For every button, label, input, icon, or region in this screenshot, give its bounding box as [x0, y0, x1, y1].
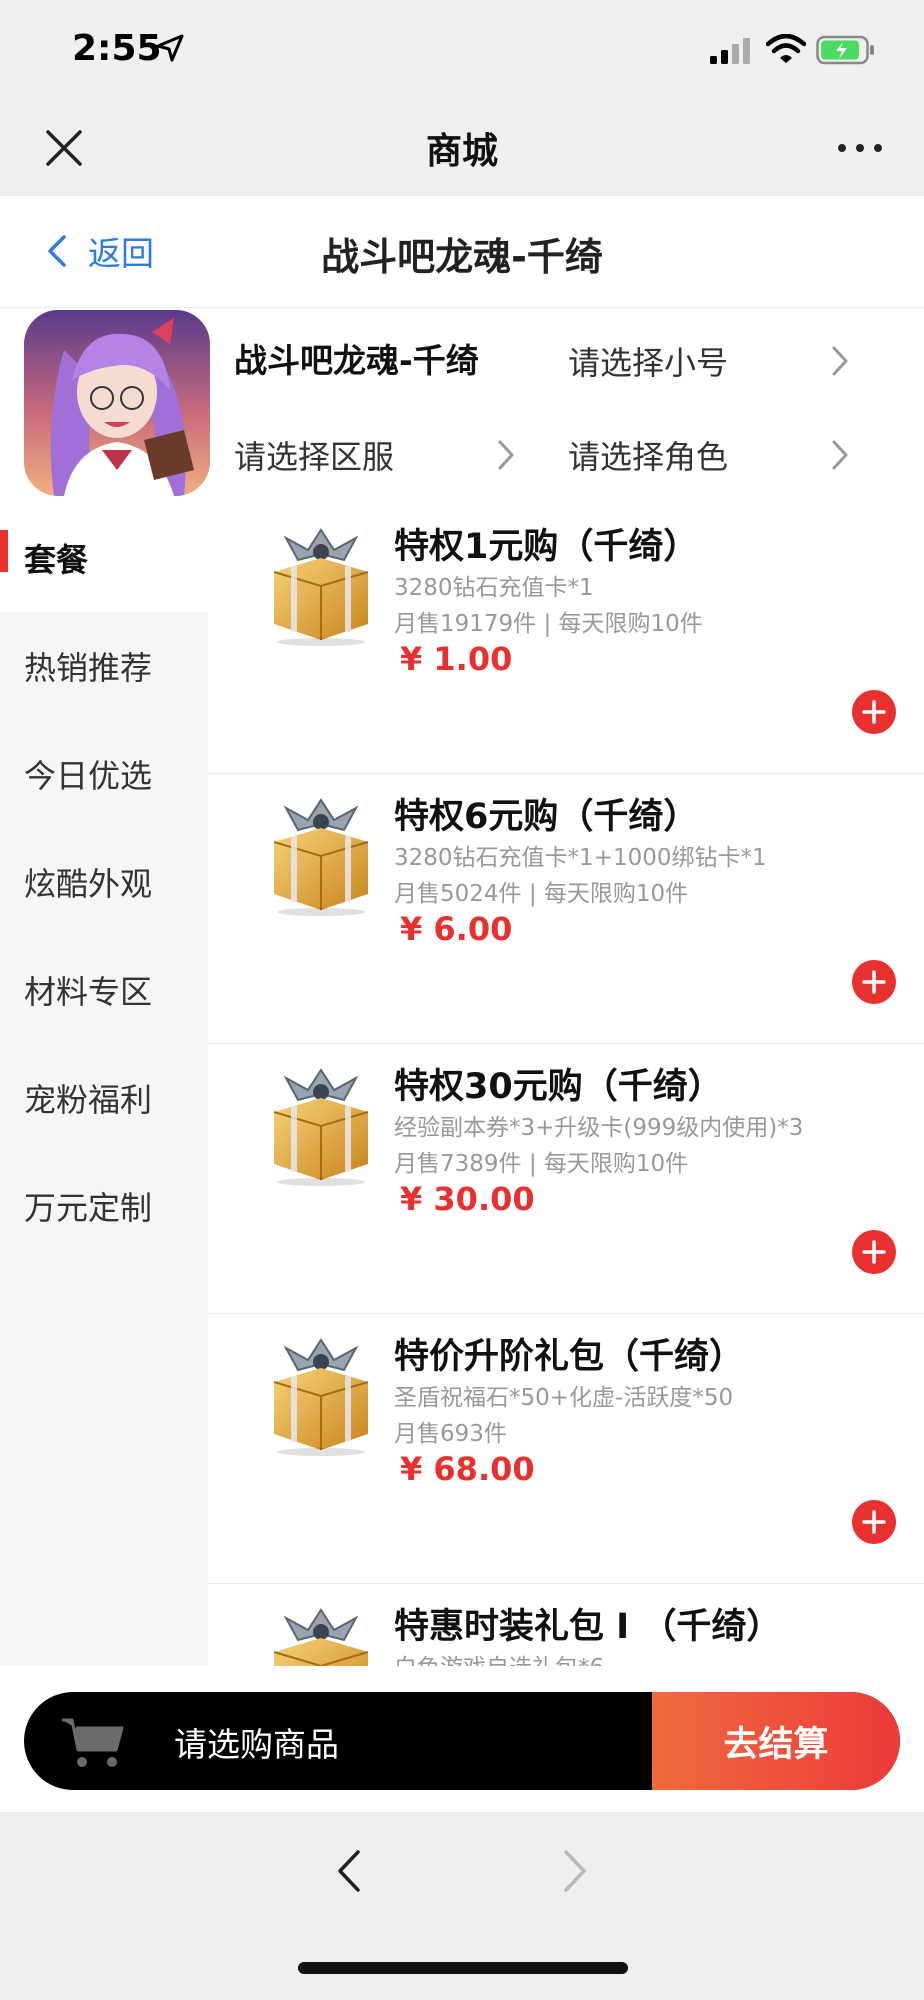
- add-to-cart-button[interactable]: [852, 1230, 896, 1274]
- sidebar-item-fan-benefits[interactable]: 宠粉福利: [0, 1044, 208, 1152]
- product-desc: 圣盾祝福石*50+化虚-活跃度*50: [394, 1385, 734, 1411]
- chevron-left-icon[interactable]: [334, 1848, 364, 1894]
- account-picker[interactable]: 请选择小号: [568, 336, 858, 386]
- chevron-right-icon[interactable]: [560, 1848, 590, 1894]
- plus-icon: [862, 970, 886, 994]
- product-item[interactable]: 特价升阶礼包（千绮） 圣盾祝福石*50+化虚-活跃度*50 月售693件 ¥ 6…: [208, 1314, 924, 1584]
- role-picker-label: 请选择角色: [568, 438, 729, 476]
- add-to-cart-button[interactable]: [852, 690, 896, 734]
- gift-box-icon: [273, 1608, 369, 1666]
- product-sales: 月售19179件 | 每天限购10件: [394, 611, 703, 637]
- more-icon[interactable]: [836, 136, 884, 160]
- chevron-right-icon: [832, 346, 848, 376]
- nav-title: 商城: [425, 131, 498, 172]
- product-title: 特惠时装礼包 I （千绮）: [394, 1607, 782, 1647]
- product-sales: 月售5024件 | 每天限购10件: [394, 881, 689, 907]
- status-time: 2:55: [72, 28, 162, 69]
- plus-icon: [862, 1240, 886, 1264]
- product-price: ¥ 68.00: [400, 1450, 535, 1488]
- gift-box-icon: [273, 798, 369, 916]
- game-info: 战斗吧龙魂-千绮 请选择小号 请选择区服 请选择角色: [0, 308, 924, 504]
- account-picker-label: 请选择小号: [568, 344, 729, 382]
- product-item[interactable]: 特权30元购（千绮） 经验副本券*3+升级卡(999级内使用)*3 月售7389…: [208, 1044, 924, 1314]
- product-desc: 经验副本券*3+升级卡(999级内使用)*3: [394, 1115, 804, 1141]
- product-sales: 月售693件: [394, 1421, 507, 1447]
- gift-box-icon: [273, 528, 369, 646]
- product-item[interactable]: 特权6元购（千绮） 3280钻石充值卡*1+1000绑钻卡*1 月售5024件 …: [208, 774, 924, 1044]
- sidebar-item-materials[interactable]: 材料专区: [0, 936, 208, 1044]
- page-header: 返回 战斗吧龙魂-千绮: [0, 196, 924, 308]
- product-title: 特权1元购（千绮）: [394, 527, 699, 567]
- server-picker[interactable]: 请选择区服: [234, 430, 524, 480]
- checkout-button[interactable]: 去结算: [652, 1692, 900, 1790]
- product-price: ¥ 30.00: [400, 1180, 535, 1218]
- cart-bar: 请选购商品 去结算: [24, 1692, 900, 1790]
- chevron-right-icon: [832, 440, 848, 470]
- product-desc: 3280钻石充值卡*1: [394, 575, 594, 601]
- category-sidebar: 套餐 热销推荐 今日优选 炫酷外观 材料专区 宠粉福利 万元定制: [0, 504, 208, 1666]
- product-sales: 月售7389件 | 每天限购10件: [394, 1151, 689, 1177]
- battery-icon: [816, 35, 874, 65]
- game-avatar: [24, 310, 210, 496]
- sidebar-item-appearance[interactable]: 炫酷外观: [0, 828, 208, 936]
- cart-hint: 请选购商品: [174, 1725, 339, 1764]
- product-desc: 3280钻石充值卡*1+1000绑钻卡*1: [394, 845, 767, 871]
- server-picker-label: 请选择区服: [234, 438, 395, 476]
- chevron-right-icon: [498, 440, 514, 470]
- status-bar: 2:55: [0, 0, 924, 100]
- product-desc: 白色游戏自选礼包*6: [394, 1648, 604, 1666]
- role-picker[interactable]: 请选择角色: [568, 430, 858, 480]
- product-list: 特权1元购（千绮） 3280钻石充值卡*1 月售19179件 | 每天限购10件…: [208, 504, 924, 1666]
- plus-icon: [862, 1510, 886, 1534]
- product-title: 特权30元购（千绮）: [394, 1067, 723, 1107]
- page-title: 战斗吧龙魂-千绮: [321, 235, 603, 279]
- product-price: ¥ 1.00: [400, 640, 513, 678]
- wifi-icon: [766, 34, 806, 63]
- product-item[interactable]: 特惠时装礼包 I （千绮） 白色游戏自选礼包*6: [208, 1584, 924, 1666]
- sidebar-item-package[interactable]: 套餐: [0, 504, 208, 612]
- gift-box-icon: [273, 1068, 369, 1186]
- gift-box-icon: [273, 1338, 369, 1456]
- home-indicator: [298, 1962, 628, 1974]
- sidebar-item-today[interactable]: 今日优选: [0, 720, 208, 828]
- cart-icon[interactable]: [60, 1716, 126, 1770]
- sidebar-item-custom[interactable]: 万元定制: [0, 1152, 208, 1260]
- product-item[interactable]: 特权1元购（千绮） 3280钻石充值卡*1 月售19179件 | 每天限购10件…: [208, 504, 924, 774]
- plus-icon: [862, 700, 886, 724]
- browser-toolbar: [0, 1812, 924, 2000]
- product-title: 特权6元购（千绮）: [394, 797, 699, 837]
- nav-bar: 商城: [0, 100, 924, 196]
- product-title: 特价升阶礼包（千绮）: [394, 1337, 745, 1377]
- game-name: 战斗吧龙魂-千绮: [234, 341, 479, 380]
- add-to-cart-button[interactable]: [852, 960, 896, 1004]
- signal-icon: [710, 38, 750, 64]
- location-arrow-icon: [156, 34, 184, 62]
- product-price: ¥ 6.00: [400, 910, 513, 948]
- add-to-cart-button[interactable]: [852, 1500, 896, 1544]
- sidebar-item-hot[interactable]: 热销推荐: [0, 612, 208, 720]
